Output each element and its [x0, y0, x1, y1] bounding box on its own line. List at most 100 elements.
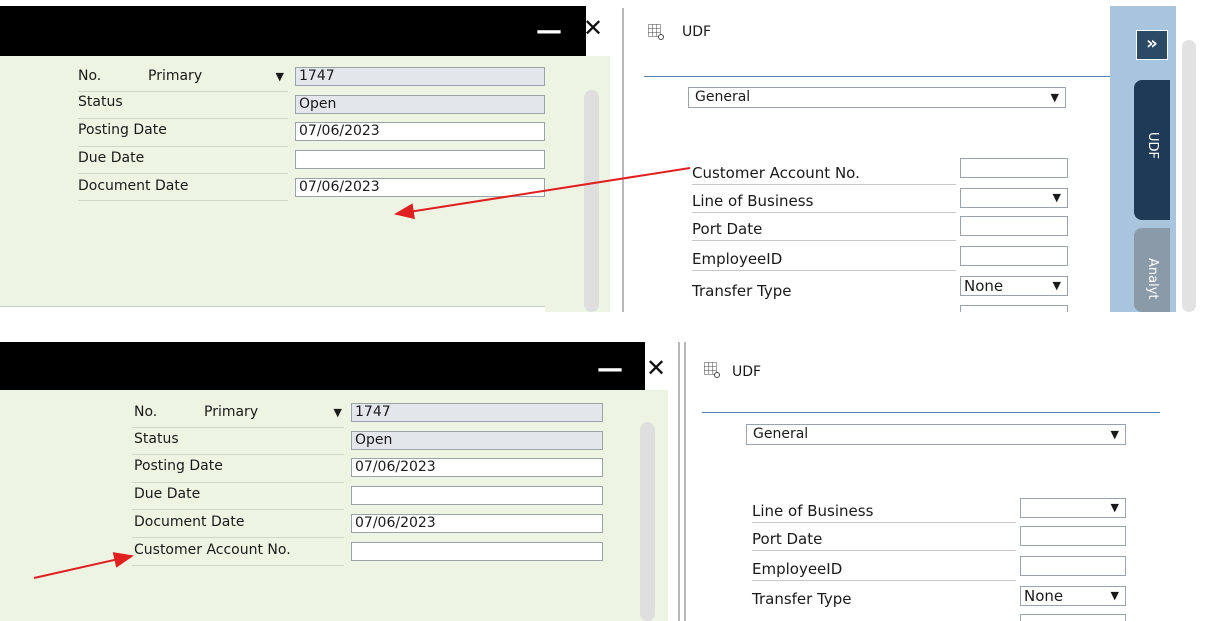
document-date-field[interactable]: 07/06/2023 [351, 514, 603, 533]
divider [692, 240, 956, 241]
bottom-udf-panel: UDF General ▼ Line of Business ▼ Port Da… [688, 340, 1160, 621]
top-udf-panel: UDF General ▼ Customer Account No. Line … [626, 0, 1208, 312]
tab-udf-label: UDF [1145, 132, 1160, 160]
panel-divider [684, 342, 686, 621]
udf-category-select[interactable]: General ▼ [746, 424, 1126, 445]
series-select[interactable]: Primary ▼ [204, 403, 344, 422]
no-label: No. [78, 68, 102, 84]
udf-title: UDF [682, 24, 712, 40]
divider [132, 482, 344, 483]
udf-line-of-business-select[interactable]: ▼ [1020, 498, 1126, 518]
udf-category-value: General [753, 426, 809, 442]
series-value: Primary [204, 404, 259, 420]
due-date-label: Due Date [134, 486, 201, 502]
form-scrollbar[interactable] [584, 90, 599, 312]
close-button[interactable]: ✕ [646, 354, 666, 382]
udf-line-of-business-select[interactable]: ▼ [960, 188, 1068, 208]
top-document-panel: — ✕ No. Primary ▼ 1747 Status Open Posti… [0, 0, 610, 312]
udf-employee-id-field[interactable] [1020, 556, 1126, 576]
divider [692, 184, 956, 185]
udf-scrollbar[interactable] [1182, 40, 1196, 312]
udf-port-date-field[interactable] [1020, 526, 1126, 546]
udf-label-line-of-business: Line of Business [692, 192, 814, 210]
divider [78, 118, 288, 119]
chevron-down-icon: ▼ [333, 406, 342, 419]
posting-date-field[interactable]: 07/06/2023 [351, 458, 603, 477]
divider [78, 91, 288, 92]
status-field[interactable]: Open [295, 95, 545, 114]
divider [752, 580, 1016, 581]
customer-account-field[interactable] [351, 542, 603, 561]
status-label: Status [134, 431, 179, 447]
field-value: None [1024, 587, 1064, 605]
chevron-down-icon: ▼ [1110, 501, 1119, 514]
panel-divider [678, 342, 680, 621]
udf-header-line [702, 412, 1160, 413]
document-date-field[interactable]: 07/06/2023 [295, 178, 545, 197]
divider [692, 212, 956, 213]
status-field[interactable]: Open [351, 431, 603, 450]
chevron-down-icon: ▼ [1052, 191, 1061, 204]
chevron-down-icon: ▼ [1110, 589, 1119, 602]
divider [132, 427, 344, 428]
minimize-button[interactable]: — [536, 16, 562, 46]
udf-category-select[interactable]: General ▼ [688, 87, 1066, 108]
posting-date-label: Posting Date [78, 122, 167, 138]
document-header-form [0, 390, 668, 621]
udf-header-line [644, 76, 1110, 77]
udf-label-transfer-type: Transfer Type [752, 590, 852, 608]
next-field-edge [0, 306, 545, 312]
udf-grid-icon [704, 362, 720, 378]
udf-label-port-date: Port Date [752, 530, 823, 548]
tab-analytics-label: Analyt [1145, 258, 1160, 300]
udf-next-field-edge [960, 305, 1068, 312]
udf-next-field-edge [1020, 614, 1126, 621]
due-date-field[interactable] [351, 486, 603, 505]
document-number-field[interactable]: 1747 [351, 403, 603, 422]
customer-account-label: Customer Account No. [134, 542, 291, 558]
divider [752, 522, 1016, 523]
posting-date-field[interactable]: 07/06/2023 [295, 122, 545, 141]
divider [78, 146, 288, 147]
divider [78, 173, 288, 174]
udf-category-value: General [695, 89, 751, 105]
due-date-label: Due Date [78, 150, 145, 166]
series-select[interactable]: Primary ▼ [148, 67, 286, 86]
udf-title: UDF [732, 364, 762, 380]
window-titlebar [0, 6, 586, 56]
udf-grid-icon [648, 24, 664, 40]
chevron-down-icon: ▼ [1050, 91, 1059, 104]
udf-label-employee-id: EmployeeID [752, 560, 843, 578]
close-button[interactable]: ✕ [583, 14, 603, 42]
expand-panel-button[interactable]: » [1136, 30, 1168, 60]
minimize-button[interactable]: — [597, 354, 623, 384]
udf-label-transfer-type: Transfer Type [692, 282, 792, 300]
due-date-field[interactable] [295, 150, 545, 169]
document-date-label: Document Date [134, 514, 245, 530]
chevron-down-icon: ▼ [1052, 279, 1061, 292]
panel-divider [622, 8, 624, 312]
udf-label-customer-account: Customer Account No. [692, 164, 860, 182]
udf-transfer-type-select[interactable]: None ▼ [960, 276, 1068, 296]
divider [132, 565, 344, 566]
udf-customer-account-field[interactable] [960, 158, 1068, 178]
udf-port-date-field[interactable] [960, 216, 1068, 236]
chevron-down-icon: ▼ [275, 70, 284, 83]
divider [132, 454, 344, 455]
series-value: Primary [148, 68, 203, 84]
divider [692, 270, 956, 271]
udf-label-employee-id: EmployeeID [692, 250, 783, 268]
divider [78, 200, 288, 201]
document-number-field[interactable]: 1747 [295, 67, 545, 86]
form-scrollbar[interactable] [640, 422, 655, 621]
status-label: Status [78, 94, 123, 110]
divider [132, 537, 344, 538]
no-label: No. [134, 404, 158, 420]
udf-employee-id-field[interactable] [960, 246, 1068, 266]
bottom-document-panel: — ✕ No. Primary ▼ 1747 Status Open Posti… [0, 340, 676, 621]
document-date-label: Document Date [78, 178, 189, 194]
udf-label-port-date: Port Date [692, 220, 763, 238]
udf-label-line-of-business: Line of Business [752, 502, 874, 520]
udf-transfer-type-select[interactable]: None ▼ [1020, 586, 1126, 606]
divider [752, 550, 1016, 551]
